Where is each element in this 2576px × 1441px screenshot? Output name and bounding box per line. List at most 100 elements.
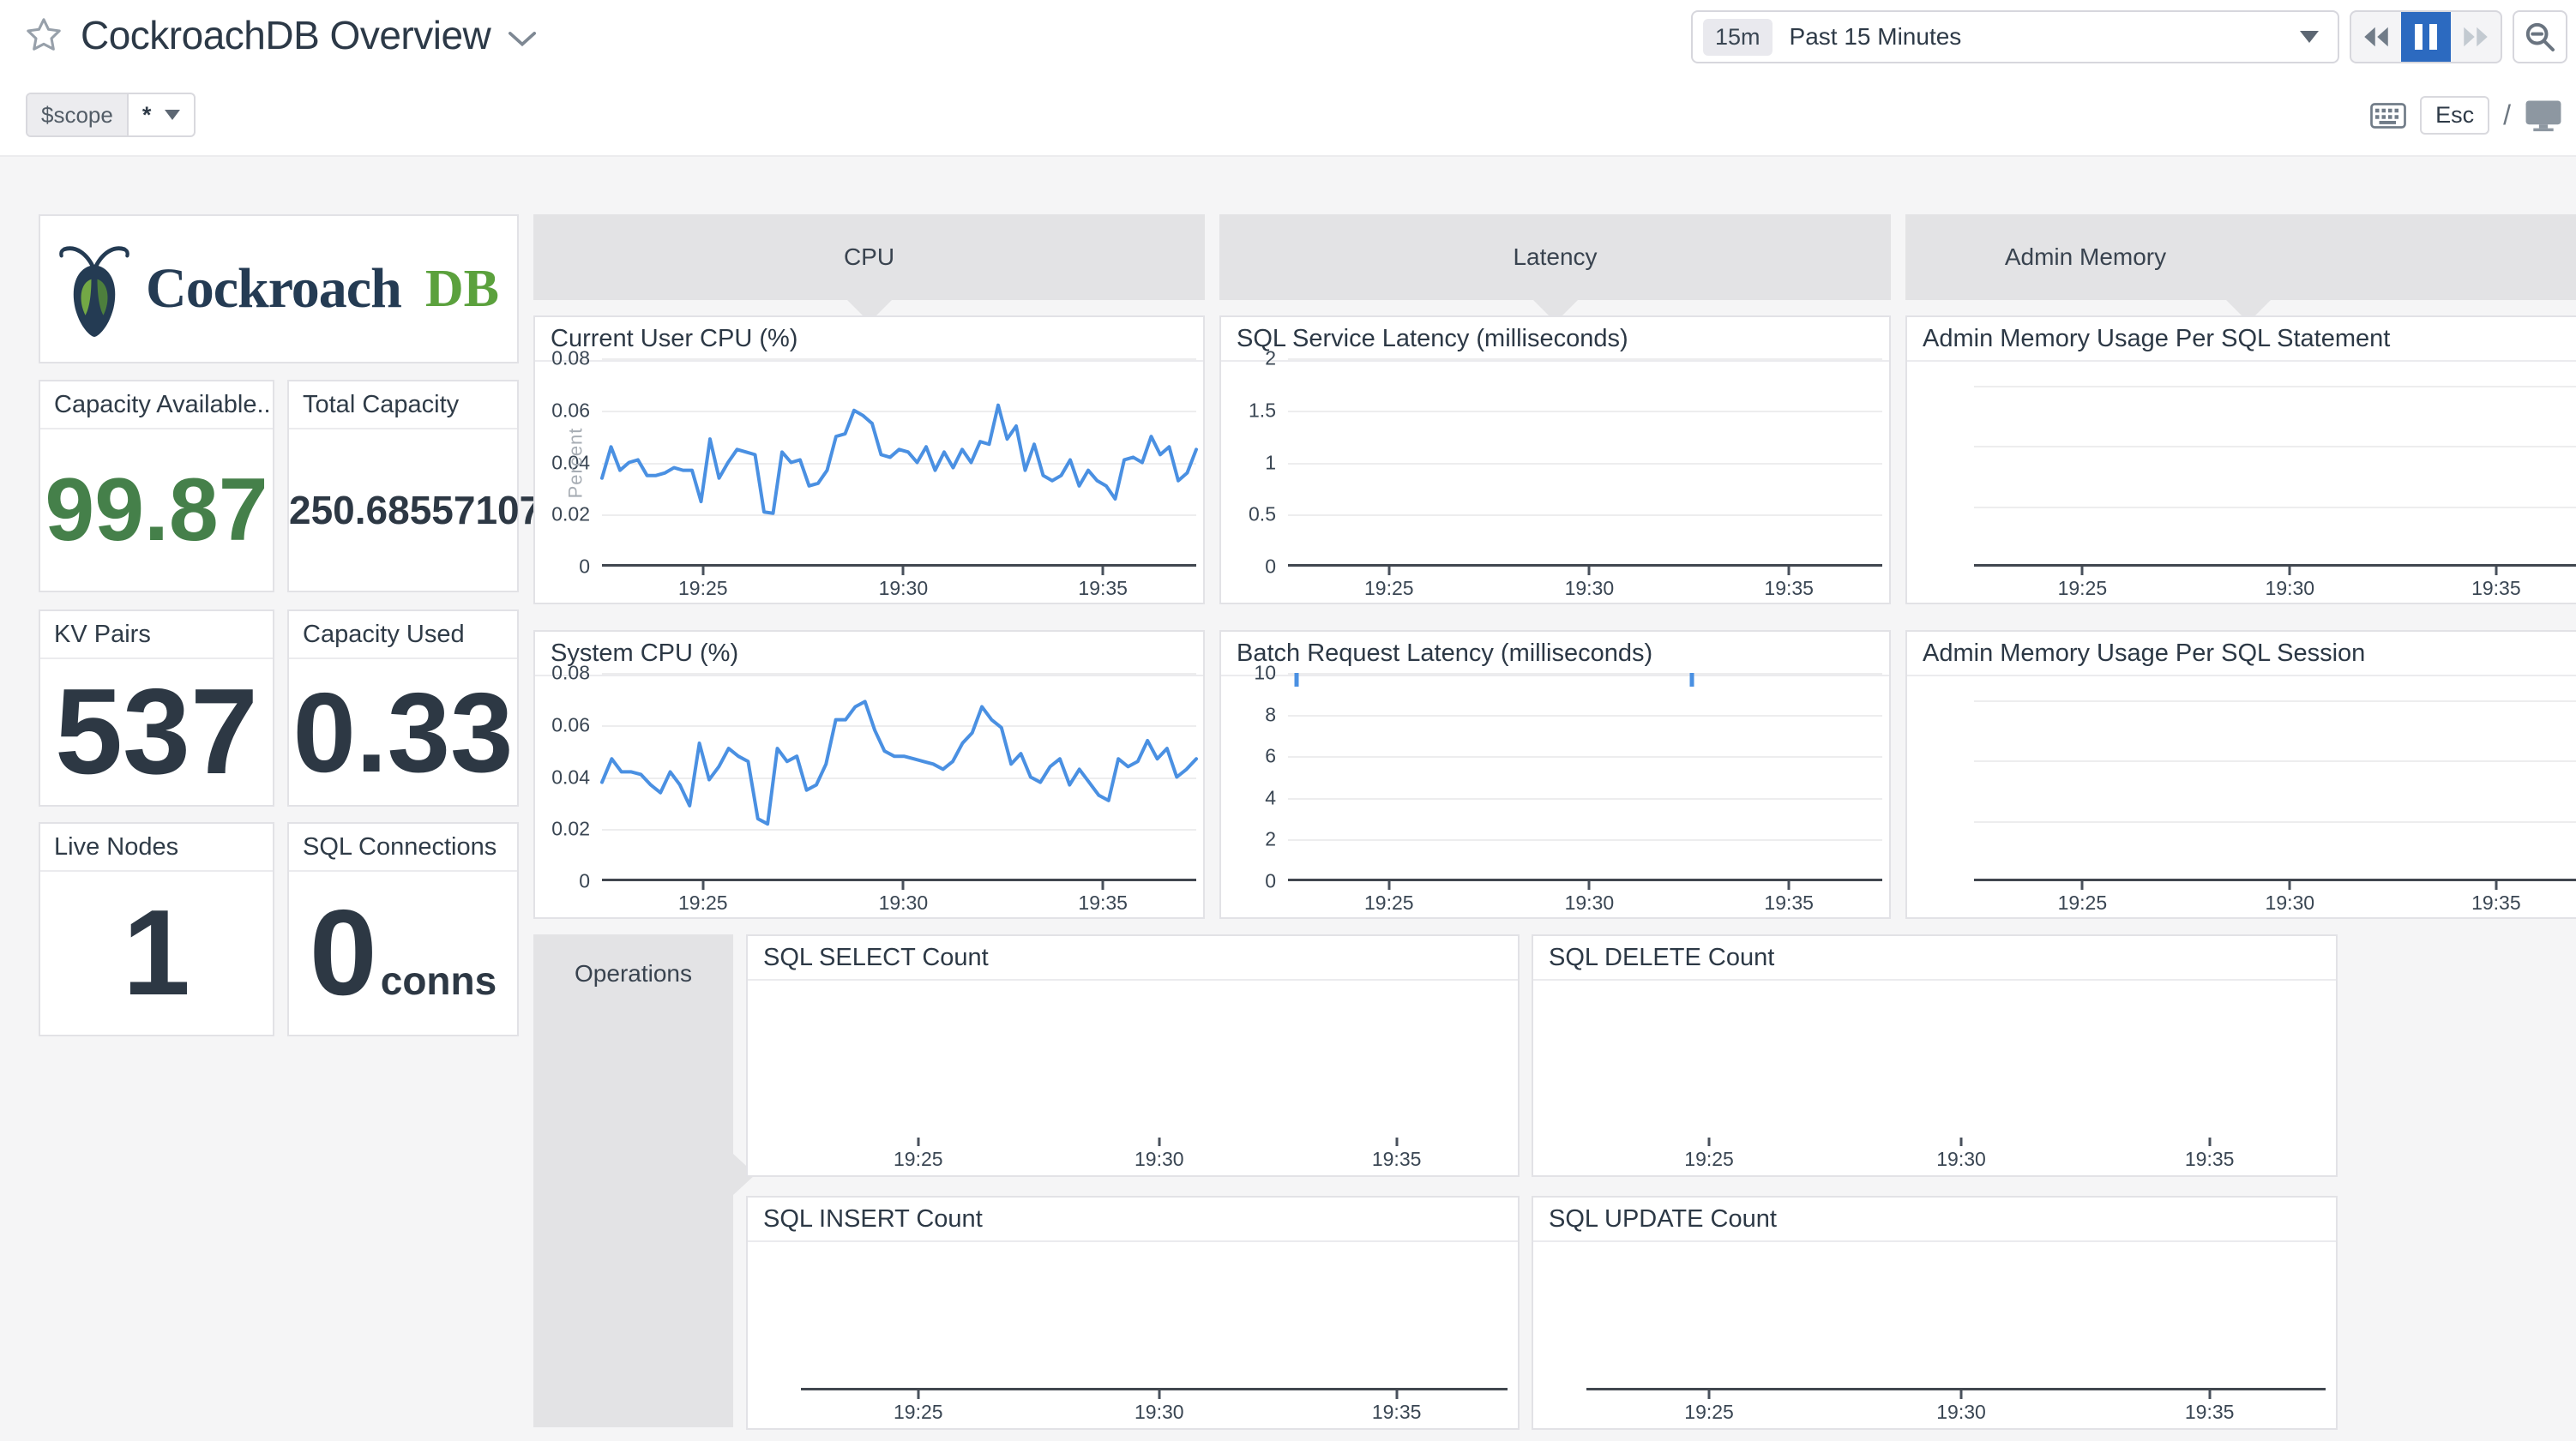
y-axis-tick-label: 8 bbox=[1265, 703, 1276, 726]
x-axis-tick-label: 19:25 bbox=[2058, 577, 2108, 600]
chart-card-sql-insert-count[interactable]: SQL INSERT Count 19:2519:3019:35 bbox=[746, 1196, 1520, 1430]
group-header-cpu: CPU bbox=[533, 214, 1205, 300]
chart-card-batch-request-latency[interactable]: Batch Request Latency (milliseconds) 246… bbox=[1219, 630, 1891, 919]
time-range-selector[interactable]: 15m Past 15 Minutes bbox=[1691, 10, 2339, 63]
y-axis-tick-label: 1 bbox=[1265, 451, 1276, 474]
stat-kv-pairs[interactable]: KV Pairs 537 bbox=[39, 609, 274, 807]
y-axis-tick-label: 0.02 bbox=[551, 503, 590, 526]
chart-title: System CPU (%) bbox=[535, 632, 1203, 676]
gridline bbox=[1288, 839, 1882, 841]
chart-plot-sql-service-latency[interactable]: 0.511.52019:2519:3019:35 bbox=[1288, 358, 1882, 567]
keyboard-icon[interactable] bbox=[2370, 103, 2406, 129]
x-axis-tick-label: 19:30 bbox=[1936, 1401, 1986, 1424]
chart-plot-sql-update-count[interactable]: 19:2519:3019:35 bbox=[1586, 1246, 2326, 1390]
stat-value: 1 bbox=[123, 883, 190, 1024]
y-axis-tick-label: 1.5 bbox=[1249, 399, 1276, 422]
x-axis-tick-mark bbox=[1708, 1390, 1711, 1399]
group-title: Operations bbox=[533, 960, 733, 988]
chart-card-sql-service-latency[interactable]: SQL Service Latency (milliseconds) 0.511… bbox=[1219, 315, 1891, 604]
zoom-out-button[interactable] bbox=[2513, 10, 2567, 63]
title-chevron-down-icon[interactable] bbox=[508, 31, 537, 48]
y-axis-tick-label: 0.04 bbox=[551, 766, 590, 789]
x-axis-tick-label: 19:30 bbox=[1565, 892, 1615, 915]
x-axis-line bbox=[1974, 879, 2576, 881]
fast-forward-button[interactable] bbox=[2451, 12, 2501, 62]
x-axis-tick-mark bbox=[2081, 567, 2084, 575]
chart-title: SQL INSERT Count bbox=[748, 1198, 1518, 1242]
x-axis-tick-mark bbox=[902, 567, 905, 575]
stat-unit: conns bbox=[381, 958, 497, 1004]
chart-card-current-user-cpu[interactable]: Current User CPU (%) 0.020.040.060.08019… bbox=[533, 315, 1205, 604]
x-axis-tick-mark bbox=[701, 567, 704, 575]
x-axis-tick-label: 19:35 bbox=[1372, 1148, 1422, 1171]
cockroachdb-logo-widget[interactable]: Cockroach DB bbox=[39, 214, 519, 363]
stat-capacity-used[interactable]: Capacity Used 0.33 bbox=[287, 609, 519, 807]
stat-total-capacity[interactable]: Total Capacity 250.6855710720 GB bbox=[287, 380, 519, 592]
x-axis-tick-mark bbox=[917, 1138, 919, 1146]
gridline bbox=[1974, 507, 2576, 508]
x-axis-tick-mark bbox=[2289, 567, 2291, 575]
time-controls: 15m Past 15 Minutes bbox=[1691, 10, 2567, 63]
chart-title: SQL UPDATE Count bbox=[1533, 1198, 2336, 1242]
rewind-button[interactable] bbox=[2351, 12, 2401, 62]
chart-plot-sql-select-count[interactable]: 19:2519:3019:35 bbox=[801, 984, 1508, 1138]
page-title: CockroachDB Overview bbox=[81, 12, 491, 58]
x-axis-tick-mark bbox=[1788, 881, 1791, 890]
group-header-admin-memory: Admin Memory bbox=[1905, 214, 2576, 300]
chart-card-sql-update-count[interactable]: SQL UPDATE Count 19:2519:3019:35 bbox=[1532, 1196, 2338, 1430]
x-axis-tick-label: 19:30 bbox=[879, 577, 929, 600]
gridline bbox=[1288, 358, 1882, 360]
x-axis-tick-label: 19:30 bbox=[2266, 892, 2315, 915]
chart-plot-admin-memory-session[interactable]: 19:2519:3019:35 bbox=[1974, 673, 2576, 881]
x-axis-tick-label: 19:25 bbox=[1684, 1401, 1734, 1424]
pause-button[interactable] bbox=[2401, 12, 2451, 62]
x-axis-tick-mark bbox=[1395, 1390, 1398, 1399]
stat-value: 537 bbox=[55, 662, 258, 802]
y-axis-tick-label: 0.08 bbox=[551, 347, 590, 370]
gridline bbox=[1288, 514, 1882, 516]
stat-label: Live Nodes bbox=[40, 824, 273, 872]
x-axis-tick-label: 19:25 bbox=[1684, 1148, 1734, 1171]
chart-plot-admin-memory-statement[interactable]: 19:2519:3019:35 bbox=[1974, 358, 2576, 567]
x-axis-tick-mark bbox=[2289, 881, 2291, 890]
x-axis-tick-label: 19:25 bbox=[2058, 892, 2108, 915]
chart-card-system-cpu[interactable]: System CPU (%) 0.020.040.060.08019:2519:… bbox=[533, 630, 1205, 919]
gridline bbox=[1288, 673, 1882, 675]
chart-plot-system-cpu[interactable]: 0.020.040.060.08019:2519:3019:35 bbox=[602, 673, 1196, 881]
star-icon[interactable] bbox=[24, 15, 63, 55]
y-axis-tick-label: 0.06 bbox=[551, 713, 590, 736]
chart-title: Batch Request Latency (milliseconds) bbox=[1221, 632, 1889, 676]
y-axis-tick-label: 0.02 bbox=[551, 818, 590, 841]
gridline bbox=[1974, 700, 2576, 702]
fullscreen-monitor-icon[interactable] bbox=[2525, 99, 2562, 132]
y-axis-tick-label: 0 bbox=[579, 870, 590, 893]
stat-sql-connections[interactable]: SQL Connections 0 conns bbox=[287, 822, 519, 1036]
chart-card-sql-delete-count[interactable]: SQL DELETE Count 19:2519:3019:35 bbox=[1532, 934, 2338, 1177]
chart-plot-sql-delete-count[interactable]: 19:2519:3019:35 bbox=[1586, 984, 2326, 1138]
scope-label: $scope bbox=[27, 94, 129, 135]
stat-label: Capacity Available... bbox=[40, 381, 273, 429]
chart-title: SQL DELETE Count bbox=[1533, 936, 2336, 981]
title-row: CockroachDB Overview bbox=[24, 12, 537, 58]
y-axis-tick-label: 0.08 bbox=[551, 662, 590, 685]
stat-live-nodes[interactable]: Live Nodes 1 bbox=[39, 822, 274, 1036]
esc-button[interactable]: Esc bbox=[2420, 96, 2489, 135]
chart-card-admin-memory-session[interactable]: Admin Memory Usage Per SQL Session 19:25… bbox=[1905, 630, 2576, 919]
chart-plot-current-user-cpu[interactable]: 0.020.040.060.08019:2519:3019:35Percent bbox=[602, 358, 1196, 567]
chart-card-admin-memory-statement[interactable]: Admin Memory Usage Per SQL Statement 19:… bbox=[1905, 315, 2576, 604]
gridline bbox=[1288, 411, 1882, 412]
x-axis-tick-mark bbox=[1395, 1138, 1398, 1146]
pause-icon bbox=[2415, 24, 2437, 50]
x-axis-tick-mark bbox=[1387, 567, 1390, 575]
chart-plot-sql-insert-count[interactable]: 19:2519:3019:35 bbox=[801, 1246, 1508, 1390]
stat-capacity-available[interactable]: Capacity Available... 99.87 bbox=[39, 380, 274, 592]
x-axis-line bbox=[801, 1388, 1508, 1390]
chart-title: Admin Memory Usage Per SQL Statement bbox=[1907, 317, 2576, 362]
chart-card-sql-select-count[interactable]: SQL SELECT Count 19:2519:3019:35 bbox=[746, 934, 1520, 1177]
scope-template-variable[interactable]: $scope * bbox=[26, 93, 196, 137]
x-axis-tick-label: 19:35 bbox=[1372, 1401, 1422, 1424]
x-axis-tick-mark bbox=[2495, 881, 2497, 890]
y-axis-tick-label: 0 bbox=[1265, 555, 1276, 579]
x-axis-tick-mark bbox=[1158, 1138, 1160, 1146]
chart-plot-batch-request-latency[interactable]: 246810019:2519:3019:35 bbox=[1288, 673, 1882, 881]
